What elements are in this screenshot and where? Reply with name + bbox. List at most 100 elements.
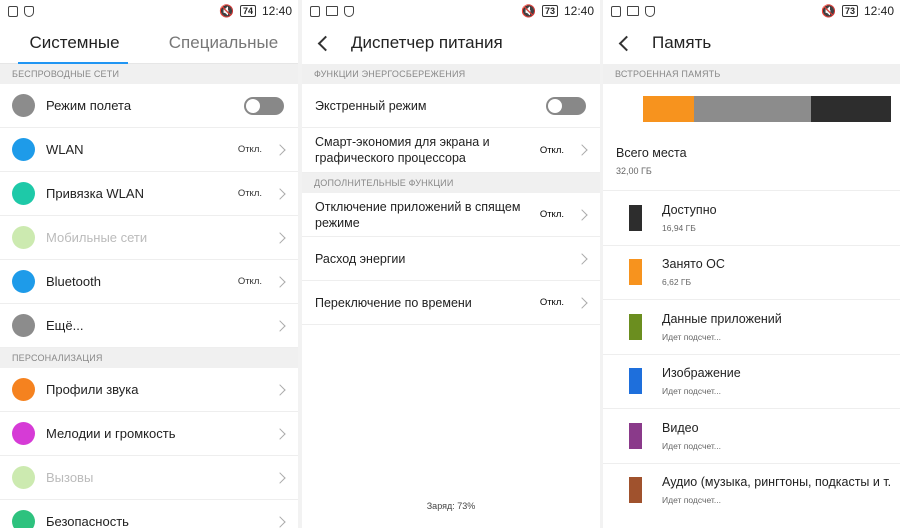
storage-category-label: Доступно <box>662 202 717 217</box>
storage-category-text: Видео Идет подсчет... <box>662 421 721 451</box>
header: Диспетчер питания <box>302 22 600 64</box>
settings-row[interactable]: Ещё... <box>0 304 298 348</box>
settings-row-status: Откл. <box>237 276 262 287</box>
storage-category-row[interactable]: Занято ОС 6,62 ГБ <box>603 244 900 300</box>
power-usage-label: Расход энергии <box>315 251 406 266</box>
chevron-right-icon <box>274 471 286 484</box>
bell-icon <box>12 378 35 401</box>
storage-bar-segment <box>694 96 811 122</box>
chevron-right-icon <box>274 515 286 528</box>
color-swatch <box>629 368 642 395</box>
memory-panel: 🔇 73 12:40 Память ВСТРОЕННАЯ ПАМЯТЬ Всег… <box>603 0 900 528</box>
storage-category-row[interactable]: Видео Идет подсчет... <box>603 408 900 463</box>
sleep-apps-line1: Отключение приложений в спящем <box>315 199 521 214</box>
clock: 12:40 <box>863 4 894 18</box>
settings-row-status: Откл. <box>237 144 262 155</box>
settings-row[interactable]: Безопасность <box>0 500 298 528</box>
tab-special[interactable]: Специальные <box>149 22 298 63</box>
settings-panel: 🔇 74 12:40 Системные Специальные БЕСПРОВ… <box>0 0 298 528</box>
shield-icon <box>24 5 34 17</box>
settings-row[interactable]: Мобильные сети <box>0 216 298 260</box>
color-swatch <box>629 313 642 340</box>
storage-bar-segment <box>810 96 891 122</box>
emergency-mode-label: Экстренный режим <box>315 98 427 113</box>
header: Память <box>603 22 900 64</box>
battery-level: 74 <box>239 5 256 17</box>
total-storage-label: Всего места <box>616 146 687 160</box>
settings-row-label: Мобильные сети <box>46 230 148 245</box>
settings-row-label: Вызовы <box>46 470 94 485</box>
back-arrow-icon[interactable] <box>317 35 334 51</box>
settings-row[interactable]: Вызовы <box>0 456 298 500</box>
status-bar: 🔇 74 12:40 <box>0 0 298 22</box>
airplane-mode-toggle[interactable] <box>244 96 284 115</box>
scheduled-switch-label: Переключение по времени <box>315 295 472 310</box>
chevron-right-icon <box>576 208 588 221</box>
storage-category-row[interactable]: Аудио (музыка, рингтоны, подкасты и т. Ид… <box>603 462 900 518</box>
storage-bar-segment <box>643 96 695 122</box>
section-extra-functions: ДОПОЛНИТЕЛЬНЫЕ ФУНКЦИИ <box>302 173 600 193</box>
chevron-right-icon <box>274 187 286 200</box>
smart-saving-label: Смарт-экономия для экрана и графического… <box>315 134 540 166</box>
settings-row[interactable]: WLAN Откл. <box>0 128 298 172</box>
sleep-apps-row[interactable]: Отключение приложений в спящем режиме От… <box>302 193 600 237</box>
page-title: Память <box>652 33 712 52</box>
music-icon <box>12 422 35 445</box>
chevron-right-icon <box>274 275 286 288</box>
mute-icon: 🔇 <box>219 4 234 18</box>
battery-level: 73 <box>841 5 858 17</box>
storage-category-text: Данные приложений Идет подсчет... <box>662 312 782 342</box>
section-internal-memory: ВСТРОЕННАЯ ПАМЯТЬ <box>603 64 900 84</box>
storage-category-text: Изображение Идет подсчет... <box>662 366 741 396</box>
notification-icon <box>611 5 621 17</box>
storage-category-row[interactable]: Изображение Идет подсчет... <box>603 353 900 409</box>
airplane-icon <box>12 94 35 117</box>
back-arrow-icon[interactable] <box>618 35 635 51</box>
storage-category-label: Занято ОС <box>662 257 725 272</box>
storage-category-row[interactable]: Доступно 16,94 ГБ <box>603 190 900 245</box>
sleep-apps-label: Отключение приложений в спящем режиме <box>315 199 540 231</box>
power-usage-row[interactable]: Расход энергии <box>302 237 600 281</box>
settings-row-label: Безопасность <box>46 514 129 528</box>
storage-category-text: Доступно 16,94 ГБ <box>662 203 717 233</box>
sleep-apps-status: Откл. <box>539 209 564 220</box>
chevron-right-icon <box>576 252 588 265</box>
storage-category-value: Идет подсчет... <box>662 386 721 397</box>
page-title: Диспетчер питания <box>351 33 503 52</box>
settings-row[interactable]: Bluetooth Откл. <box>0 260 298 304</box>
power-manager-panel: 🔇 73 12:40 Диспетчер питания ФУНКЦИИ ЭНЕ… <box>302 0 600 528</box>
settings-row-label: Режим полета <box>46 98 132 113</box>
storage-category-text: Занято ОС 6,62 ГБ <box>662 257 725 287</box>
storage-category-row[interactable]: Данные приложений Идет подсчет... <box>603 299 900 354</box>
notification-icon <box>8 5 18 17</box>
settings-row[interactable]: Привязка WLAN Откл. <box>0 172 298 216</box>
status-bar: 🔇 73 12:40 <box>603 0 900 22</box>
clock: 12:40 <box>261 4 292 18</box>
section-personalization: ПЕРСОНАЛИЗАЦИЯ <box>0 348 298 368</box>
clock: 12:40 <box>563 4 594 18</box>
emergency-mode-toggle[interactable] <box>546 96 586 115</box>
emergency-mode-row[interactable]: Экстренный режим <box>302 84 600 128</box>
chevron-right-icon <box>274 143 286 156</box>
scheduled-switch-status: Откл. <box>539 297 564 308</box>
settings-row[interactable]: Мелодии и громкость <box>0 412 298 456</box>
active-tab-indicator <box>18 62 128 64</box>
settings-row-label: Ещё... <box>46 318 84 333</box>
phone-icon <box>12 466 35 489</box>
settings-row-label: Мелодии и громкость <box>46 426 176 441</box>
settings-row-label: WLAN <box>46 142 84 157</box>
status-bar: 🔇 73 12:40 <box>302 0 600 22</box>
storage-category-label: Видео <box>662 420 699 435</box>
total-storage-value: 32,00 ГБ <box>616 166 652 176</box>
settings-row[interactable]: Профили звука <box>0 368 298 412</box>
storage-category-list: Доступно 16,94 ГБ Занято ОС 6,62 ГБ Данные п… <box>603 190 900 517</box>
scheduled-switch-row[interactable]: Переключение по времени Откл. <box>302 281 600 325</box>
more-icon <box>12 314 35 337</box>
smart-saving-line1: Смарт-экономия для экрана и <box>315 135 490 149</box>
tab-system[interactable]: Системные <box>0 22 149 63</box>
chevron-right-icon <box>274 231 286 244</box>
settings-row[interactable]: Режим полета <box>0 84 298 128</box>
smart-saving-row[interactable]: Смарт-экономия для экрана и графического… <box>302 128 600 173</box>
settings-row-label: Привязка WLAN <box>46 186 144 201</box>
storage-usage-bar <box>643 96 891 122</box>
